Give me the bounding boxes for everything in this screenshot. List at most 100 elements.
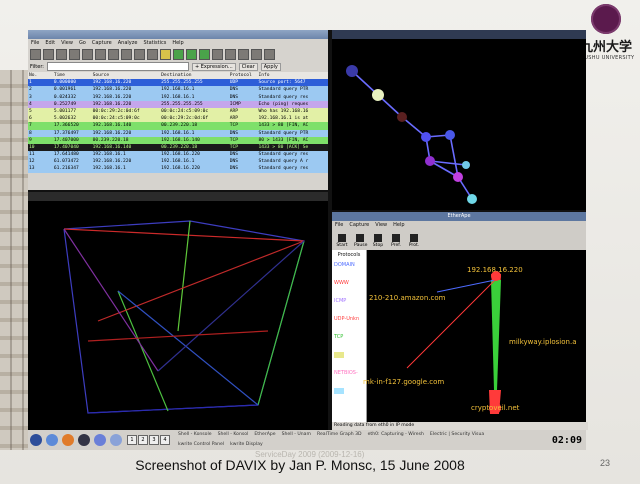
packet-row[interactable]: 3 0.024332 192.168.16.220 192.168.16.1 DNS St…: [28, 93, 328, 101]
packet-row[interactable]: 10 17.407040 192.168.16.140 00.239.220.18 TC…: [28, 143, 328, 152]
taskbar-task[interactable]: Shell - Konsole: [175, 430, 215, 439]
terminal-icon[interactable]: [78, 434, 90, 446]
pref-button[interactable]: Pref.: [390, 234, 402, 248]
menu-item[interactable]: Analyze: [118, 39, 138, 48]
colorize-icon[interactable]: [238, 49, 249, 60]
menu-item[interactable]: Go: [79, 39, 86, 48]
clear-button[interactable]: Clear: [238, 62, 258, 71]
desktop-pager-item[interactable]: 3: [149, 435, 159, 445]
menu-item[interactable]: Edit: [45, 39, 55, 48]
zoom-out-icon[interactable]: [264, 49, 275, 60]
start-capture-icon[interactable]: [56, 49, 67, 60]
home-icon[interactable]: [46, 434, 58, 446]
desktop-pager-item[interactable]: 2: [138, 435, 148, 445]
packet-cell: 192.168.16.1: [161, 94, 195, 100]
go-forward-icon[interactable]: [186, 49, 197, 60]
graph3d-titlebar[interactable]: [332, 30, 586, 39]
menu-item[interactable]: Capture: [92, 39, 112, 48]
toolbar-label: Start: [336, 243, 348, 248]
prot-button[interactable]: Prot.: [408, 234, 420, 248]
taskbar-task[interactable]: RealTime Graph 3D: [314, 430, 365, 439]
packet-cell: 2: [29, 87, 32, 93]
packet-row[interactable]: 4 0.252749 192.168.16.220 255.255.255.255 IC…: [28, 100, 328, 108]
3d-traffic-titlebar[interactable]: [28, 192, 328, 201]
menu-item[interactable]: File: [31, 39, 39, 48]
menu-item[interactable]: Statistics: [143, 39, 166, 48]
open-icon[interactable]: [95, 49, 106, 60]
taskbar-task[interactable]: Shell - Unam: [279, 430, 314, 439]
close-icon[interactable]: [121, 49, 132, 60]
first-packet-icon[interactable]: [212, 49, 223, 60]
taskbar-task[interactable]: eth0: Capturing - Wiresh: [365, 430, 427, 439]
packet-cell: 1: [29, 80, 32, 86]
menu-item[interactable]: Capture: [349, 221, 369, 230]
node-label: milkyway.iplosion.a: [509, 338, 577, 346]
expression-button[interactable]: + Expression...: [191, 62, 236, 71]
column-header[interactable]: Protocol: [229, 72, 258, 79]
packet-cell: Standard query res: [258, 152, 309, 158]
interfaces-icon[interactable]: [30, 49, 41, 60]
desktop-pager-item[interactable]: 1: [127, 435, 137, 445]
restart-icon[interactable]: [82, 49, 93, 60]
packet-cell: 10: [29, 144, 35, 150]
print-icon[interactable]: [147, 49, 158, 60]
menu-item[interactable]: Help: [172, 39, 183, 48]
packet-row[interactable]: 2 0.001961 192.168.16.220 192.168.16.1 DNS St…: [28, 86, 328, 94]
pause-button[interactable]: Pause: [354, 234, 368, 248]
packet-row[interactable]: 7 17.366520 192.168.16.140 00.239.220.18 TCP…: [28, 122, 328, 130]
menu-item[interactable]: View: [375, 221, 387, 230]
etherape-statusbar: Reading data from eth0 in IP mode: [332, 422, 588, 430]
packet-row[interactable]: 5 5.001177 00:0c:29:2c:0d:6f 00:0c:24:c5:09…: [28, 107, 328, 116]
stop-capture-icon[interactable]: [69, 49, 80, 60]
save-icon[interactable]: [108, 49, 119, 60]
firefox-icon[interactable]: [62, 434, 74, 446]
reload-icon[interactable]: [134, 49, 145, 60]
options-icon[interactable]: [43, 49, 54, 60]
menu-item[interactable]: Help: [393, 221, 404, 230]
column-header[interactable]: Info: [258, 72, 329, 79]
desktop-pager: 1234: [127, 435, 170, 445]
stop-button[interactable]: Stop: [372, 234, 384, 248]
packet-row[interactable]: 8 17.376497 192.168.16.220 192.168.16.1 DNS S…: [28, 129, 328, 137]
konqueror-icon[interactable]: [94, 434, 106, 446]
filter-input[interactable]: [46, 62, 189, 71]
packet-row[interactable]: 12 61.073472 192.168.16.220 192.168.16.1 DNS…: [28, 158, 328, 166]
etherape-titlebar[interactable]: EtherApe: [332, 212, 586, 221]
desktop-pager-item[interactable]: 4: [160, 435, 170, 445]
apply-button[interactable]: Apply: [260, 62, 281, 71]
start-button[interactable]: Start: [336, 234, 348, 248]
column-header[interactable]: No.: [28, 72, 53, 79]
packet-cell: 61.073472: [53, 159, 79, 165]
taskbar-task[interactable]: kwrite Control Panel: [175, 440, 227, 449]
last-packet-icon[interactable]: [225, 49, 236, 60]
packet-cell: 192.168.16.220: [92, 130, 132, 136]
stop-icon: [374, 234, 382, 242]
wireshark-menubar: File Edit View Go Capture Analyze Statistics He…: [28, 39, 328, 48]
taskbar-task[interactable]: Shell - Konsol: [215, 430, 252, 439]
go-back-icon[interactable]: [173, 49, 184, 60]
menu-item[interactable]: File: [335, 221, 343, 230]
wireshark-titlebar[interactable]: [28, 30, 328, 39]
go-to-packet-icon[interactable]: [199, 49, 210, 60]
column-header[interactable]: Destination: [160, 72, 229, 79]
find-icon[interactable]: [160, 49, 171, 60]
column-header[interactable]: Source: [92, 72, 161, 79]
k-menu-icon[interactable]: [30, 434, 42, 446]
kate-icon[interactable]: [110, 434, 122, 446]
packet-cell: DNS: [229, 159, 238, 165]
taskbar-task[interactable]: kwrite Display: [227, 440, 266, 449]
zoom-in-icon[interactable]: [251, 49, 262, 60]
taskbar-task[interactable]: EtherApe: [251, 430, 278, 439]
toolbar-label: Stop: [372, 243, 384, 248]
menu-item[interactable]: View: [61, 39, 73, 48]
taskbar-task[interactable]: Electric | Security Visua: [427, 430, 487, 439]
packet-row[interactable]: 6 5.002632 00:0c:24:c5:09:0c 00:0c:29:2c:0d…: [28, 115, 328, 123]
packet-row[interactable]: 9 17.407000 00.239.220.18 192.168.16.140 TCP…: [28, 136, 328, 144]
packet-cell: 3: [29, 94, 32, 100]
tcp-link: [491, 280, 501, 390]
packet-row[interactable]: 13 61.216347 192.168.16.1 192.168.16.220 DNS…: [28, 165, 328, 173]
packet-cell: 17.366520: [53, 123, 79, 129]
packet-row[interactable]: 11 17.641480 192.168.16.1 192.168.16.220 DNS…: [28, 151, 328, 159]
column-header[interactable]: Time: [53, 72, 92, 79]
packet-row[interactable]: 1 0.000000 192.168.16.220 255.255.255.255 UD…: [28, 79, 328, 87]
